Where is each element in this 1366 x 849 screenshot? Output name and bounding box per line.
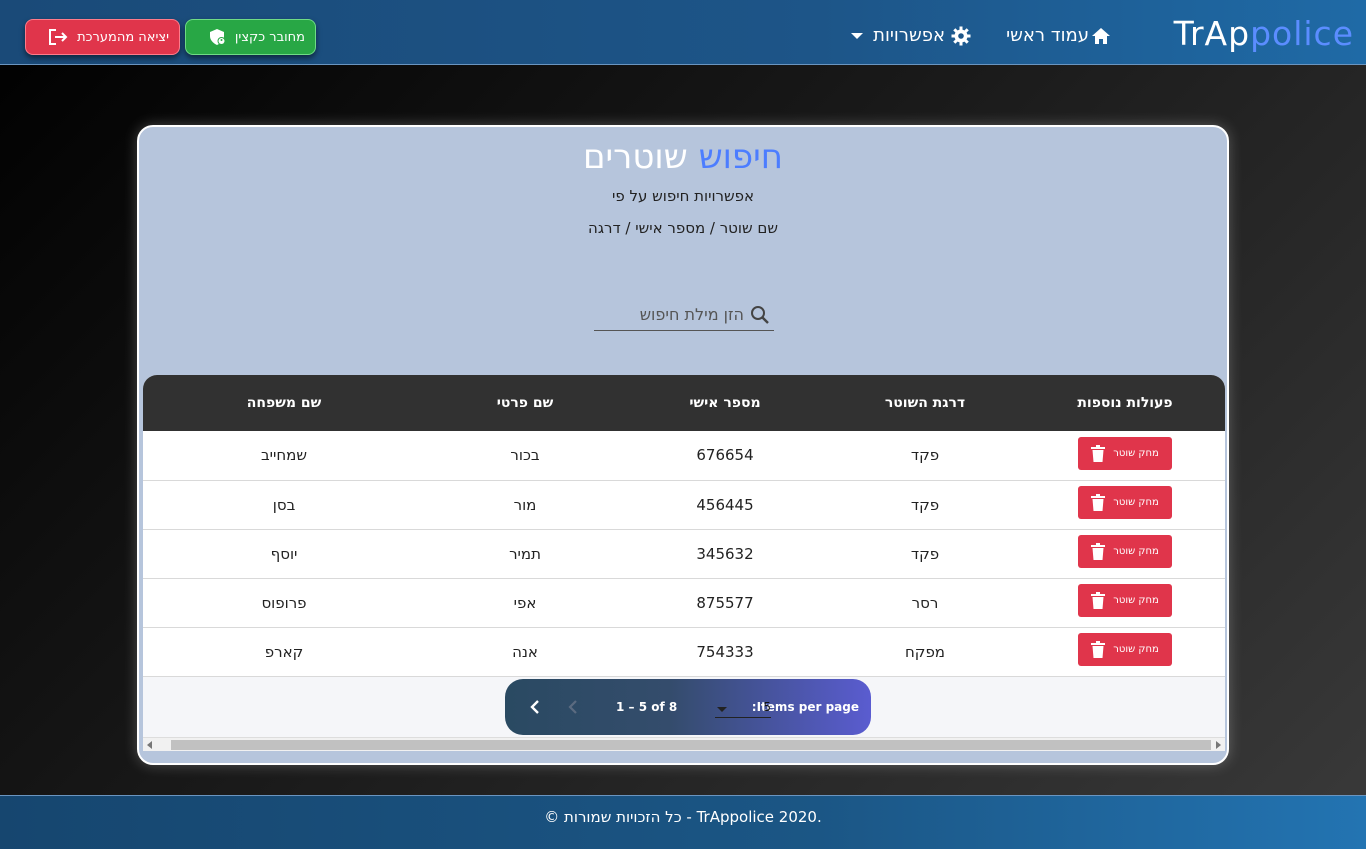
search-input[interactable] [604,305,744,324]
search-field[interactable] [594,299,774,331]
page-range-label: 1 – 5 of 8 [616,700,678,714]
brand-main: TrAp [1173,14,1251,53]
cell-last-name: קארפ [264,642,304,661]
page-title: חיפוש שוטרים [139,137,1227,177]
previous-page-button[interactable] [563,695,583,719]
trash-icon [1091,543,1106,560]
nav-home-label: עמוד ראשי [1006,25,1089,46]
trash-icon [1091,641,1106,658]
cell-last-name: פרופוס [261,593,307,612]
cell-last-name: שמחייב [261,446,307,465]
row-actions: מחק שוטר [1025,578,1225,627]
cell-last-name: בסן [272,495,296,514]
cell-rank: פקד [910,544,940,563]
nav-options-dropdown[interactable]: אפשרויות [851,25,971,46]
delete-label: מחק שוטר [1113,497,1159,508]
delete-officer-button[interactable]: מחק שוטר [1078,633,1172,666]
delete-label: מחק שוטר [1113,546,1159,557]
row-actions: מחק שוטר [1025,431,1225,480]
table-row: מחק שוטר מפקח 754333 אנה קארפ [143,627,1225,676]
chevron-down-icon [851,32,864,39]
title-highlight: חיפוש [698,137,783,177]
row-actions: מחק שוטר [1025,627,1225,676]
gear-icon [951,26,971,45]
delete-officer-button[interactable]: מחק שוטר [1078,436,1172,470]
title-rest: שוטרים [583,137,688,177]
header-first-name[interactable]: שם פרטי [425,375,625,431]
search-officers-card: חיפוש שוטרים אפשרויות חיפוש על פי שם שוט… [137,125,1229,765]
logout-label: יציאה מהמערכת [77,29,169,45]
scrollbar-thumb[interactable] [171,740,1211,750]
scroll-left-arrow-icon[interactable] [147,741,152,749]
paginator: :Items per page 5 1 – 5 of 8 [505,679,871,735]
cell-personal-id: 456445 [696,495,754,514]
trash-icon [1091,494,1106,511]
cell-first-name: אפי [513,593,537,612]
home-icon [1092,27,1110,44]
cell-personal-id: 875577 [696,593,754,612]
cell-first-name: תמיר [509,544,541,563]
items-per-page-select[interactable]: 5 [715,700,771,718]
header-last-name[interactable]: שם משפחה [143,375,425,431]
cell-first-name: מור [513,495,537,514]
items-per-page-value: 5 [763,700,771,714]
shield-user-icon [209,29,226,45]
scroll-right-arrow-icon[interactable] [1216,741,1221,749]
brand-logo[interactable]: TrAppolice [1174,14,1354,53]
cell-personal-id: 676654 [696,446,754,465]
delete-label: מחק שוטר [1113,447,1159,459]
top-navbar: TrAppolice עמוד ראשי אפשרויות מחובר כקצי… [0,0,1366,65]
row-actions: מחק שוטר [1025,529,1225,578]
cell-rank: פקד [910,495,940,514]
cell-personal-id: 754333 [696,642,754,661]
cell-personal-id: 345632 [696,544,754,563]
horizontal-scrollbar[interactable] [143,737,1225,751]
table-row: מחק שוטר רסר 875577 אפי פרופוס [143,578,1225,627]
cell-first-name: בכור [510,446,540,465]
delete-label: מחק שוטר [1113,595,1159,606]
header-personal-id[interactable]: מספר אישי [625,375,825,431]
sign-out-icon [49,29,68,45]
trash-icon [1091,444,1106,462]
footer: .TrAppolice 2020 - כל הזכויות שמורות © [0,795,1366,849]
next-page-button[interactable] [525,695,545,719]
dropdown-arrow-icon [717,707,727,712]
logged-in-officer-button[interactable]: מחובר כקצין [185,19,316,55]
cell-rank: רסר [911,593,939,612]
nav-options-label: אפשרויות [873,25,945,46]
cell-last-name: יוסף [270,544,298,563]
table-row: מחק שוטר פקד 345632 תמיר יוסף [143,529,1225,578]
nav-home-link[interactable]: עמוד ראשי [1006,25,1111,46]
brand-accent: police [1250,14,1354,53]
officers-table: פעולות נוספות דרגת השוטר מספר אישי שם פר… [143,375,1225,677]
search-options-caption: אפשרויות חיפוש על פי [611,187,755,205]
delete-officer-button[interactable]: מחק שוטר [1078,535,1172,568]
cell-rank: מפקח [905,642,945,661]
cell-rank: פקד [910,446,940,465]
header-actions[interactable]: פעולות נוספות [1025,375,1225,431]
table-row: מחק שוטר פקד 676654 בכור שמחייב [143,431,1225,480]
delete-label: מחק שוטר [1113,644,1159,655]
delete-officer-button[interactable]: מחק שוטר [1078,486,1172,519]
search-options-fields: שם שוטר / מספר אישי / דרגה [588,219,778,237]
table-row: מחק שוטר פקד 456445 מור בסן [143,480,1225,529]
officers-table-container: פעולות נוספות דרגת השוטר מספר אישי שם פר… [143,375,1225,745]
delete-officer-button[interactable]: מחק שוטר [1078,584,1172,617]
row-actions: מחק שוטר [1025,480,1225,529]
cell-first-name: אנה [512,642,538,661]
logout-button[interactable]: יציאה מהמערכת [25,19,180,55]
table-header-row: פעולות נוספות דרגת השוטר מספר אישי שם פר… [143,375,1225,431]
user-label: מחובר כקצין [234,29,305,45]
search-icon [751,305,769,324]
copyright-text: .TrAppolice 2020 - כל הזכויות שמורות © [544,808,822,826]
header-rank[interactable]: דרגת השוטר [825,375,1025,431]
trash-icon [1091,592,1106,609]
